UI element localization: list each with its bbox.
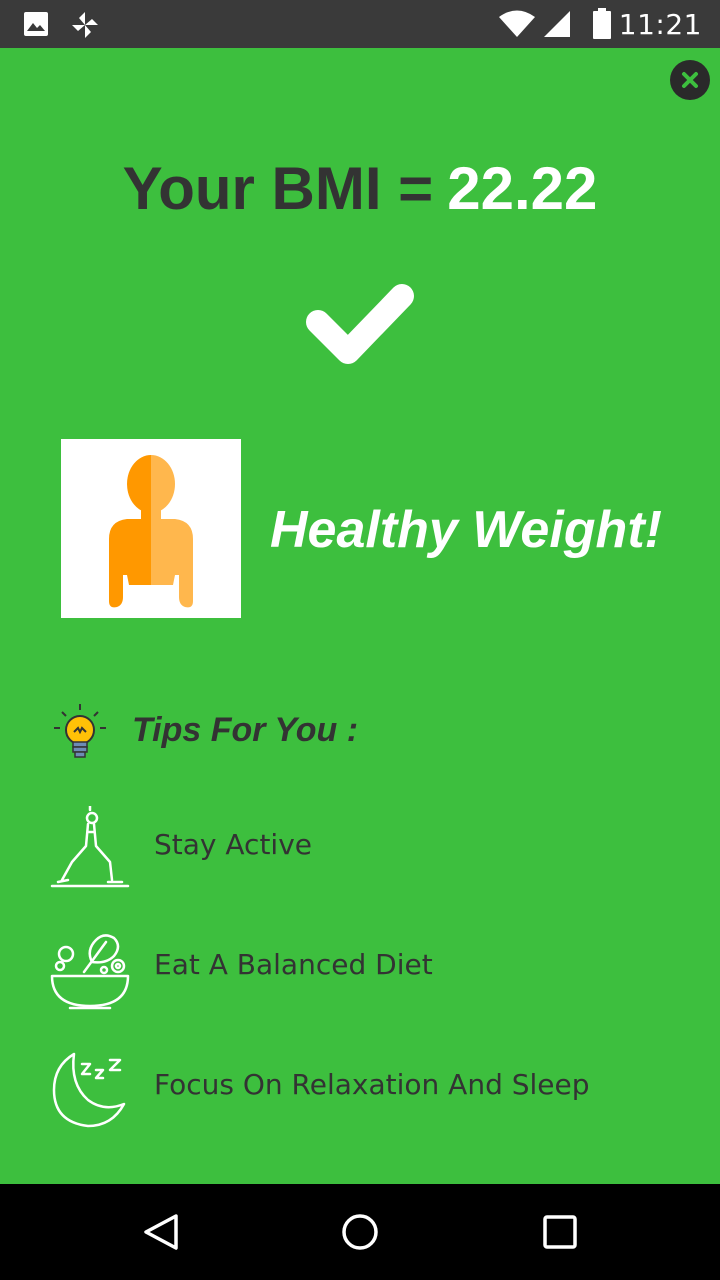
wifi-icon xyxy=(499,10,535,37)
pinwheel-icon xyxy=(72,12,98,38)
close-icon xyxy=(682,72,698,88)
navigation-bar xyxy=(0,1184,720,1280)
checkmark-icon xyxy=(306,284,414,364)
bmi-title: Your BMI = 22.22 xyxy=(0,154,720,223)
tip-label: Stay Active xyxy=(154,828,312,861)
back-icon[interactable] xyxy=(142,1212,180,1252)
body-figure-card xyxy=(61,439,241,618)
tip-label: Focus On Relaxation And Sleep xyxy=(154,1068,590,1101)
bmi-title-label: Your BMI = xyxy=(122,155,434,222)
home-icon[interactable] xyxy=(340,1212,380,1252)
moon-sleep-icon xyxy=(52,1052,126,1128)
weight-status: Healthy Weight! xyxy=(270,501,662,559)
yoga-icon xyxy=(50,806,130,888)
tip-item-balanced-diet: Eat A Balanced Diet xyxy=(48,926,688,1010)
tip-item-relaxation-sleep: Focus On Relaxation And Sleep xyxy=(48,1046,688,1130)
image-icon xyxy=(24,12,48,36)
recents-icon[interactable] xyxy=(542,1212,578,1252)
body-figure-icon xyxy=(109,455,193,608)
close-button[interactable] xyxy=(670,60,710,100)
tips-title: Tips For You : xyxy=(132,711,359,749)
bmi-value: 22.22 xyxy=(447,155,598,222)
salad-bowl-icon xyxy=(50,934,130,1010)
tip-label: Eat A Balanced Diet xyxy=(154,948,433,981)
status-bar: 11:21 xyxy=(0,0,720,48)
bmi-result-screen: Your BMI = 22.22 Healthy Weight! Tips Fo… xyxy=(0,48,720,1184)
tip-item-stay-active: Stay Active xyxy=(48,806,688,890)
signal-icon xyxy=(544,11,570,37)
clock: 11:21 xyxy=(618,8,702,41)
lightbulb-icon xyxy=(54,704,106,758)
battery-icon xyxy=(593,8,611,39)
